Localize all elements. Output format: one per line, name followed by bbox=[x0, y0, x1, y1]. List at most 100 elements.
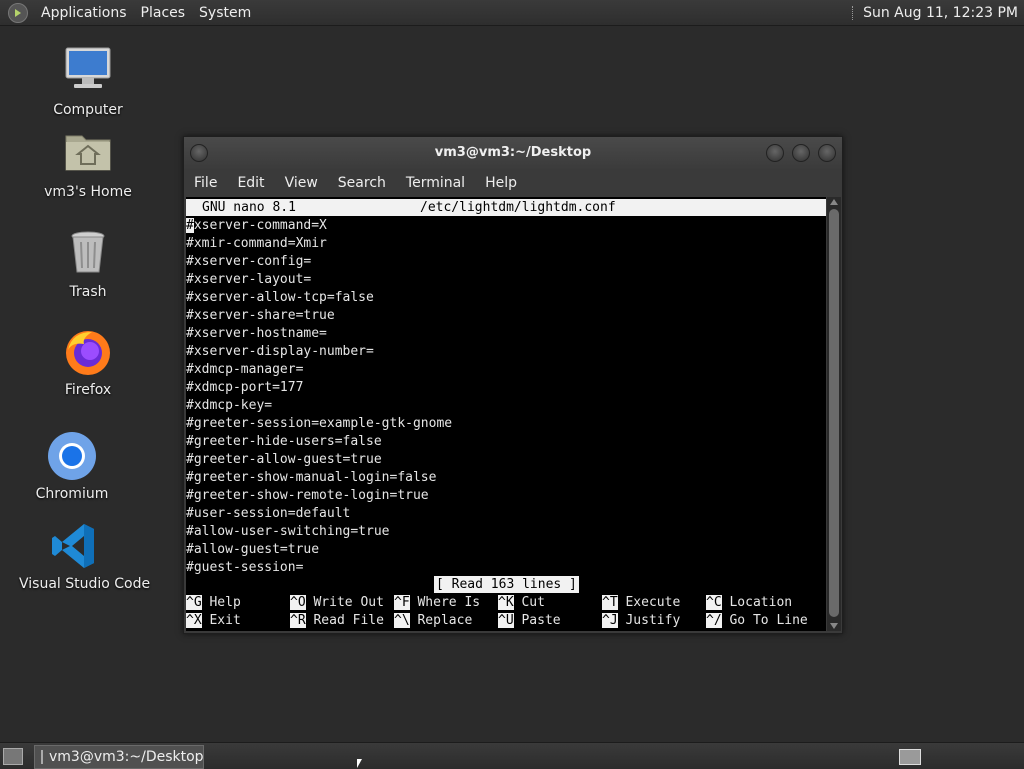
file-line: #greeter-show-manual-login=false bbox=[186, 470, 437, 485]
shortcut-exit[interactable]: ^X Exit bbox=[186, 612, 241, 630]
file-line: #xmir-command=Xmir bbox=[186, 236, 327, 251]
shortcut-location[interactable]: ^C Location bbox=[706, 594, 792, 612]
terminal-area[interactable]: GNU nano 8.1 /etc/lightdm/lightdm.conf #… bbox=[186, 197, 826, 631]
chromium-icon bbox=[46, 430, 98, 482]
menu-view[interactable]: View bbox=[275, 175, 328, 191]
minimize-button[interactable] bbox=[766, 144, 784, 162]
shortcut-label: Read File bbox=[313, 613, 384, 628]
shortcut-help[interactable]: ^G Help bbox=[186, 594, 241, 612]
scrollbar-thumb[interactable] bbox=[829, 209, 839, 617]
shortcut-key: ^/ bbox=[706, 613, 722, 628]
shortcut-key: ^\ bbox=[394, 613, 410, 628]
menu-applications[interactable]: Applications bbox=[34, 5, 134, 21]
desktop-icon-label: Computer bbox=[53, 102, 123, 118]
shortcut-key: ^X bbox=[186, 613, 202, 628]
terminal-scrollbar[interactable] bbox=[827, 197, 841, 631]
firefox-icon bbox=[62, 326, 114, 378]
desktop-icon-vscode[interactable]: Visual Studio Code bbox=[19, 520, 150, 592]
shortcut-cut[interactable]: ^K Cut bbox=[498, 594, 545, 612]
menu-file[interactable]: File bbox=[184, 175, 227, 191]
shortcut-replace[interactable]: ^\ Replace bbox=[394, 612, 472, 630]
desktop-icon-chromium[interactable]: Chromium bbox=[17, 430, 127, 502]
file-line: #xserver-display-number= bbox=[186, 344, 374, 359]
desktop-icon-label: Firefox bbox=[64, 382, 112, 398]
shortcut-where-is[interactable]: ^F Where Is bbox=[394, 594, 480, 612]
file-line: #xserver-command=X bbox=[186, 217, 452, 235]
shortcut-key: ^T bbox=[602, 595, 618, 610]
file-line: #user-session=default bbox=[186, 506, 351, 521]
scroll-up-icon[interactable] bbox=[830, 199, 838, 205]
nano-header: GNU nano 8.1 /etc/lightdm/lightdm.conf bbox=[186, 199, 826, 216]
file-line: #xserver-share=true bbox=[186, 308, 335, 323]
menu-terminal[interactable]: Terminal bbox=[396, 175, 475, 191]
shortcut-key: ^R bbox=[290, 613, 306, 628]
desktop-icon-label: Trash bbox=[69, 284, 107, 300]
taskbar-terminal-label: vm3@vm3:~/Desktop bbox=[49, 749, 204, 765]
shortcut-label: Execute bbox=[625, 595, 681, 610]
menu-system[interactable]: System bbox=[192, 5, 258, 21]
terminal-window: vm3@vm3:~/Desktop File Edit View Search … bbox=[183, 136, 843, 634]
panel-separator bbox=[852, 5, 855, 20]
taskbar-terminal-button[interactable]: vm3@vm3:~/Desktop bbox=[34, 745, 204, 769]
desktop-icon-home[interactable]: vm3's Home bbox=[33, 128, 143, 200]
nano-version: GNU nano 8.1 bbox=[202, 200, 296, 215]
maximize-button[interactable] bbox=[792, 144, 810, 162]
file-line: #xdmcp-key= bbox=[186, 398, 273, 413]
home-folder-icon bbox=[62, 128, 114, 180]
distro-logo-icon[interactable] bbox=[8, 2, 28, 23]
text-cursor: # bbox=[186, 218, 194, 233]
file-line: #greeter-allow-guest=true bbox=[186, 452, 382, 467]
scroll-down-icon[interactable] bbox=[830, 623, 838, 629]
file-line: #greeter-session=example-gtk-gnome bbox=[186, 416, 453, 431]
file-line: #allow-guest=true bbox=[186, 542, 320, 557]
close-button[interactable] bbox=[818, 144, 836, 162]
vscode-icon bbox=[48, 520, 100, 572]
bottom-panel: vm3@vm3:~/Desktop bbox=[0, 742, 1024, 769]
nano-status: [ Read 163 lines ] bbox=[434, 576, 579, 593]
file-line-text: xserver-command=X bbox=[193, 218, 327, 233]
file-line: #xdmcp-manager= bbox=[186, 362, 304, 377]
show-desktop-icon[interactable] bbox=[3, 748, 23, 765]
desktop-icon-computer[interactable]: Computer bbox=[33, 46, 143, 118]
shortcut-key: ^O bbox=[290, 595, 306, 610]
clock[interactable]: Sun Aug 11, 12:23 PM bbox=[863, 5, 1024, 21]
shortcut-label: Justify bbox=[625, 613, 681, 628]
shortcut-label: Go To Line bbox=[729, 613, 808, 628]
shortcut-write-out[interactable]: ^O Write Out bbox=[290, 594, 384, 612]
shortcut-key: ^J bbox=[602, 613, 618, 628]
file-line: #guest-session= bbox=[186, 560, 304, 575]
file-line: #greeter-hide-users=false bbox=[186, 434, 382, 449]
trash-icon bbox=[62, 228, 114, 280]
shortcut-label: Where Is bbox=[417, 595, 481, 610]
nano-filename: /etc/lightdm/lightdm.conf bbox=[420, 200, 616, 215]
file-line: #greeter-show-remote-login=true bbox=[186, 488, 429, 503]
menu-places[interactable]: Places bbox=[134, 5, 193, 21]
shortcut-key: ^U bbox=[498, 613, 514, 628]
shortcut-label: Write Out bbox=[313, 595, 384, 610]
shortcut-paste[interactable]: ^U Paste bbox=[498, 612, 561, 630]
shortcut-go-to-line[interactable]: ^/ Go To Line bbox=[706, 612, 808, 630]
file-line: #xserver-allow-tcp=false bbox=[186, 290, 374, 305]
desktop-icon-trash[interactable]: Trash bbox=[33, 228, 143, 300]
shortcut-execute[interactable]: ^T Execute bbox=[602, 594, 680, 612]
shortcut-key: ^F bbox=[394, 595, 410, 610]
window-title: vm3@vm3:~/Desktop bbox=[434, 145, 592, 160]
file-content[interactable]: #xserver-command=X #xmir-command=Xmir #xs… bbox=[186, 217, 452, 577]
file-line: #xdmcp-port=177 bbox=[186, 380, 304, 395]
menu-help[interactable]: Help bbox=[475, 175, 527, 191]
window-titlebar[interactable]: vm3@vm3:~/Desktop bbox=[184, 137, 842, 169]
shortcut-label: Replace bbox=[417, 613, 473, 628]
desktop-icon-firefox[interactable]: Firefox bbox=[33, 326, 143, 398]
shortcut-label: Exit bbox=[209, 613, 241, 628]
shortcut-label: Cut bbox=[521, 595, 545, 610]
workspace-switcher[interactable] bbox=[899, 749, 921, 765]
shortcut-label: Location bbox=[729, 595, 793, 610]
desktop-icon-label: vm3's Home bbox=[44, 184, 132, 200]
shortcut-read-file[interactable]: ^R Read File bbox=[290, 612, 384, 630]
computer-icon bbox=[62, 46, 114, 98]
shortcut-justify[interactable]: ^J Justify bbox=[602, 612, 680, 630]
file-line: #xserver-hostname= bbox=[186, 326, 327, 341]
menu-search[interactable]: Search bbox=[328, 175, 396, 191]
mouse-pointer-icon bbox=[357, 759, 362, 768]
menu-edit[interactable]: Edit bbox=[227, 175, 274, 191]
